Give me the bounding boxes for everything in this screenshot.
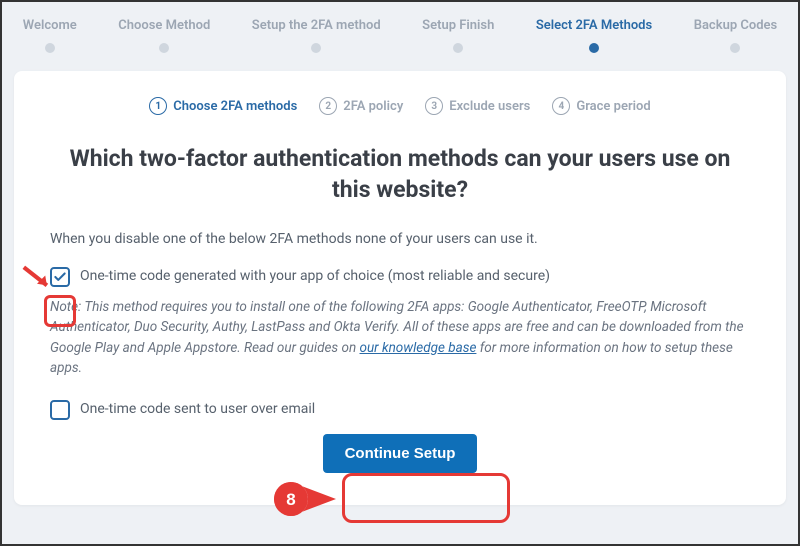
substep-number: 2 [319,97,337,115]
step-dot [589,43,599,53]
checkbox-email[interactable] [50,400,70,420]
substep-number: 1 [149,97,167,115]
wizard-card: 1 Choose 2FA methods 2 2FA policy 3 Exclude… [14,71,786,505]
substep-grace-period[interactable]: 4 Grace period [552,97,650,115]
wizard-stepper: Welcome Choose Method Setup the 2FA meth… [2,2,798,61]
step-choose-method[interactable]: Choose Method [118,18,210,53]
step-label: Welcome [23,18,77,33]
continue-setup-button[interactable]: Continue Setup [323,434,478,473]
step-select-2fa-methods[interactable]: Select 2FA Methods [536,18,652,53]
step-dot [730,43,740,53]
step-dot [453,43,463,53]
step-dot [311,43,321,53]
intro-text: When you disable one of the below 2FA me… [50,231,750,247]
button-row: Continue Setup [50,434,750,473]
step-label: Backup Codes [694,18,778,33]
step-label: Setup Finish [422,18,494,33]
step-label: Setup the 2FA method [252,18,381,33]
substep-number: 4 [552,97,570,115]
substep-2fa-policy[interactable]: 2 2FA policy [319,97,403,115]
knowledge-base-link[interactable]: our knowledge base [360,340,477,356]
method-totp-app: One-time code generated with your app of… [50,267,750,287]
method-email: One-time code sent to user over email [50,400,750,420]
substep-nav: 1 Choose 2FA methods 2 2FA policy 3 Exclude… [50,97,750,115]
step-welcome[interactable]: Welcome [23,18,77,53]
step-label: Select 2FA Methods [536,18,652,33]
check-icon [53,270,67,284]
step-setup-2fa[interactable]: Setup the 2FA method [252,18,381,53]
step-setup-finish[interactable]: Setup Finish [422,18,494,53]
substep-label: Exclude users [449,99,530,114]
substep-label: Grace period [576,99,650,114]
method-label: One-time code generated with your app of… [80,267,550,284]
note-text: Note: This method requires you to instal… [50,297,750,378]
substep-choose-methods[interactable]: 1 Choose 2FA methods [149,97,297,115]
method-label: One-time code sent to user over email [80,400,315,417]
substep-exclude-users[interactable]: 3 Exclude users [425,97,530,115]
substep-label: Choose 2FA methods [173,99,297,114]
substep-label: 2FA policy [343,99,403,114]
checkbox-totp-app[interactable] [50,267,70,287]
step-dot [45,43,55,53]
step-dot [159,43,169,53]
substep-number: 3 [425,97,443,115]
step-backup-codes[interactable]: Backup Codes [694,18,778,53]
page-heading: Which two-factor authentication methods … [50,143,750,205]
step-label: Choose Method [118,18,210,33]
